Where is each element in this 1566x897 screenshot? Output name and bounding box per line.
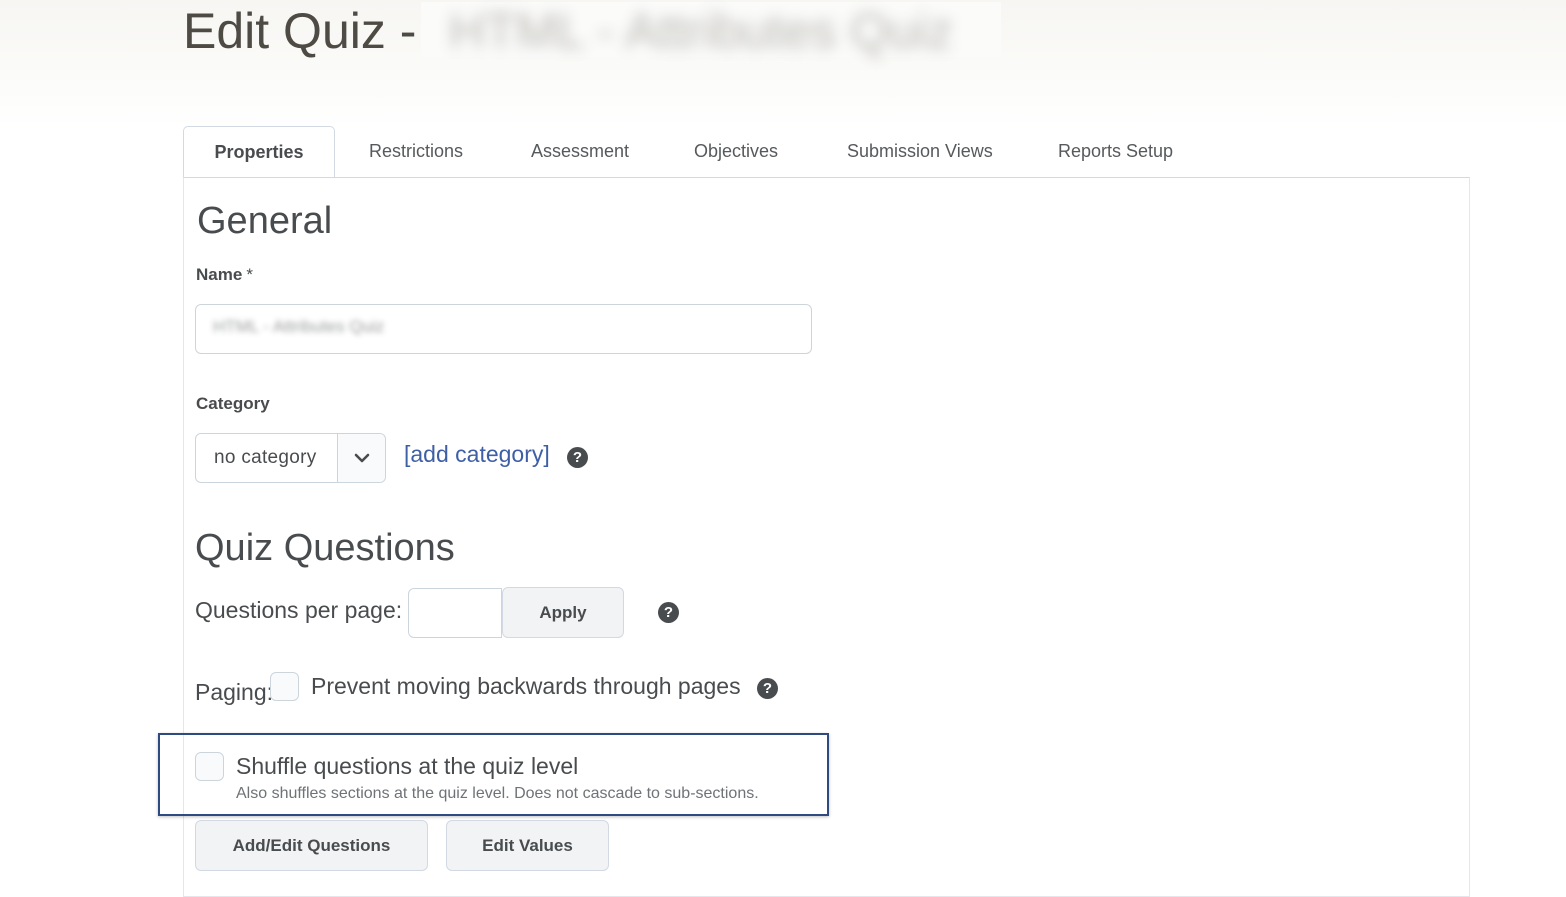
- tab-objectives[interactable]: Objectives: [694, 126, 778, 178]
- tab-restrictions[interactable]: Restrictions: [369, 126, 463, 178]
- shuffle-questions-checkbox[interactable]: [195, 752, 224, 781]
- shuffle-questions-help-text: Also shuffles sections at the quiz level…: [236, 785, 759, 802]
- obscured-quiz-name: HTML - Attributes Quiz: [421, 2, 1001, 59]
- paging-label: Paging:: [195, 679, 274, 705]
- help-icon[interactable]: ?: [567, 447, 588, 468]
- category-label: Category: [196, 394, 270, 413]
- section-heading-general: General: [197, 200, 333, 242]
- apply-button[interactable]: Apply: [502, 587, 624, 638]
- tab-submission-views[interactable]: Submission Views: [847, 126, 993, 178]
- required-mark: *: [246, 265, 253, 284]
- tab-reports-setup[interactable]: Reports Setup: [1058, 126, 1173, 178]
- category-select-value: no category: [214, 447, 317, 468]
- section-heading-quiz-questions: Quiz Questions: [195, 527, 455, 569]
- add-edit-questions-button[interactable]: Add/Edit Questions: [195, 820, 428, 871]
- name-field[interactable]: [195, 304, 812, 354]
- prevent-backwards-label: Prevent moving backwards through pages: [311, 673, 741, 699]
- page-title: Edit Quiz -: [183, 3, 417, 59]
- edit-values-button[interactable]: Edit Values: [446, 820, 609, 871]
- questions-per-page-label: Questions per page:: [195, 597, 403, 623]
- name-label: Name *: [196, 265, 253, 285]
- prevent-backwards-checkbox[interactable]: [270, 672, 299, 701]
- tab-assessment[interactable]: Assessment: [531, 126, 629, 178]
- tab-bar: Properties Restrictions Assessment Objec…: [183, 126, 1470, 178]
- add-category-link[interactable]: [add category]: [404, 441, 550, 468]
- tab-properties[interactable]: Properties: [183, 126, 335, 178]
- chevron-down-icon: [337, 434, 385, 482]
- help-icon[interactable]: ?: [757, 678, 778, 699]
- shuffle-questions-label: Shuffle questions at the quiz level: [236, 753, 579, 779]
- obscured-title-text: HTML - Attributes Quiz: [449, 3, 953, 59]
- help-icon[interactable]: ?: [658, 602, 679, 623]
- category-select[interactable]: no category: [195, 433, 386, 483]
- name-label-text: Name: [196, 265, 243, 284]
- questions-per-page-input[interactable]: [408, 588, 502, 638]
